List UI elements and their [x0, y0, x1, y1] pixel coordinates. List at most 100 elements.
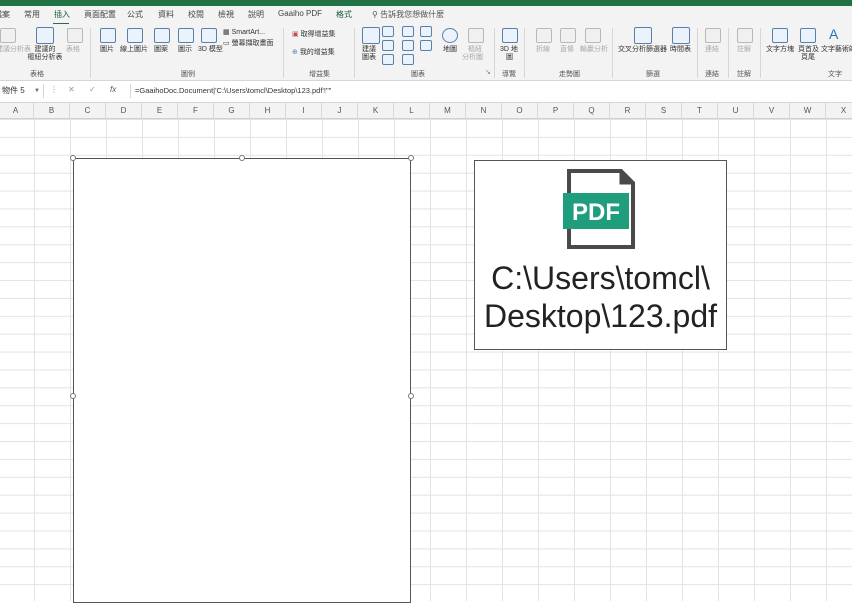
- table-icon[interactable]: [67, 28, 83, 43]
- column-header-c[interactable]: C: [70, 103, 106, 118]
- column-header-h[interactable]: H: [250, 103, 286, 118]
- smartart-button[interactable]: ▦ SmartArt...: [223, 29, 265, 37]
- tell-me-search[interactable]: ⚲ 告訴我您想做什麼: [372, 9, 444, 20]
- sparkline-winloss-icon[interactable]: [585, 28, 601, 43]
- link-icon[interactable]: [705, 28, 721, 43]
- pivot-table-label: 建議分析表: [0, 46, 31, 53]
- comment-icon[interactable]: [737, 28, 753, 43]
- waterfall-chart-icon[interactable]: [420, 40, 432, 51]
- screenshot-label: 螢幕擷取畫面: [231, 40, 274, 47]
- selected-embedded-object[interactable]: [73, 158, 411, 603]
- recommended-charts-icon[interactable]: [362, 27, 380, 44]
- column-header-s[interactable]: S: [646, 103, 682, 118]
- tab-page-layout[interactable]: 頁面配置: [84, 9, 116, 20]
- slicer-icon[interactable]: [634, 27, 652, 44]
- hierarchy-chart-icon[interactable]: [402, 26, 414, 37]
- resize-handle-top-right[interactable]: [408, 155, 414, 161]
- column-header-q[interactable]: Q: [574, 103, 610, 118]
- group-separator: [760, 28, 761, 78]
- icons-icon[interactable]: [178, 28, 194, 43]
- pivot-chart-icon[interactable]: [468, 28, 484, 43]
- line-chart-icon[interactable]: [382, 40, 394, 51]
- resize-handle-top[interactable]: [239, 155, 245, 161]
- tab-insert[interactable]: 插入: [54, 9, 70, 20]
- tab-view[interactable]: 檢視: [218, 9, 234, 20]
- resize-handle-left[interactable]: [70, 393, 76, 399]
- pdf-embedded-object[interactable]: PDF C:\Users\tomcl\ Desktop\123.pdf: [474, 160, 727, 350]
- enter-icon[interactable]: ✓: [89, 85, 96, 94]
- link-label: 連結: [705, 46, 719, 53]
- column-header-u[interactable]: U: [718, 103, 754, 118]
- pictures-icon[interactable]: [100, 28, 116, 43]
- pdf-file-icon: PDF: [563, 169, 635, 249]
- tab-formulas[interactable]: 公式: [127, 9, 143, 20]
- formula-input[interactable]: =GaaihoDoc.Document|'C:\Users\tomcl\Desk…: [130, 84, 852, 98]
- chevron-down-icon[interactable]: ▼: [34, 84, 40, 98]
- sparkline-column-icon[interactable]: [560, 28, 576, 43]
- column-header-e[interactable]: E: [142, 103, 178, 118]
- column-header-g[interactable]: G: [214, 103, 250, 118]
- column-header-j[interactable]: J: [322, 103, 358, 118]
- column-header-n[interactable]: N: [466, 103, 502, 118]
- column-header-p[interactable]: P: [538, 103, 574, 118]
- tab-format[interactable]: 格式: [336, 9, 352, 20]
- column-header-a[interactable]: A: [0, 103, 34, 118]
- shapes-icon[interactable]: [154, 28, 170, 43]
- column-header-w[interactable]: W: [790, 103, 826, 118]
- sparkline-line-icon[interactable]: [536, 28, 552, 43]
- column-header-o[interactable]: O: [502, 103, 538, 118]
- my-addins-button[interactable]: ⊕ 我的增益集: [292, 49, 335, 57]
- pivot-chart-label-2: 分析圖: [462, 54, 483, 61]
- column-header-t[interactable]: T: [682, 103, 718, 118]
- 3d-map-icon[interactable]: [502, 28, 518, 43]
- pivot-table-icon[interactable]: [0, 28, 16, 43]
- column-header-k[interactable]: K: [358, 103, 394, 118]
- get-addins-button[interactable]: ▣ 取得增益集: [292, 31, 336, 39]
- column-header-v[interactable]: V: [754, 103, 790, 118]
- tab-help[interactable]: 說明: [248, 9, 264, 20]
- ribbon: 建議分析表 建議的 樞紐分析表 表格 表格 圖片 線上圖片 圖案 圖示 3D 模…: [0, 24, 852, 81]
- column-header-f[interactable]: F: [178, 103, 214, 118]
- bar-chart-icon[interactable]: [402, 40, 414, 51]
- recommended-charts-label-1: 建議: [362, 46, 376, 53]
- resize-handle-top-left[interactable]: [70, 155, 76, 161]
- column-chart-icon[interactable]: [382, 26, 394, 37]
- name-box-value: 物件 5: [2, 86, 25, 95]
- charts-dialog-launcher-icon[interactable]: ↘: [485, 69, 491, 77]
- column-header-i[interactable]: I: [286, 103, 322, 118]
- name-box[interactable]: 物件 5 ▼: [0, 84, 44, 98]
- recommended-pivot-icon[interactable]: [36, 27, 54, 44]
- wordart-icon[interactable]: A: [829, 26, 838, 42]
- textbox-icon[interactable]: [772, 28, 788, 43]
- tab-file[interactable]: 檔案: [0, 9, 10, 20]
- tell-me-label: 告訴我您想做什麼: [380, 10, 445, 19]
- timeline-icon[interactable]: [672, 27, 690, 44]
- column-header-b[interactable]: B: [34, 103, 70, 118]
- pie-chart-icon[interactable]: [382, 54, 394, 65]
- column-header-l[interactable]: L: [394, 103, 430, 118]
- maps-icon[interactable]: [442, 28, 458, 43]
- sparkline-line-label: 折線: [536, 46, 550, 53]
- column-header-r[interactable]: R: [610, 103, 646, 118]
- column-header-d[interactable]: D: [106, 103, 142, 118]
- column-header-x[interactable]: X: [826, 103, 852, 118]
- my-addins-label: 我的增益集: [299, 49, 335, 56]
- header-footer-label-1: 頁首及: [798, 46, 819, 53]
- online-pictures-icon[interactable]: [127, 28, 143, 43]
- smartart-icon: ▦: [223, 29, 232, 36]
- group-label-filters: 篩選: [646, 71, 660, 78]
- tab-review[interactable]: 校閱: [188, 9, 204, 20]
- screenshot-button[interactable]: ▭ 螢幕擷取畫面: [223, 40, 274, 48]
- header-footer-icon[interactable]: [800, 28, 816, 43]
- tab-home[interactable]: 常用: [24, 9, 40, 20]
- scatter-chart-icon[interactable]: [402, 54, 414, 65]
- statistic-chart-icon[interactable]: [420, 26, 432, 37]
- group-label-comments: 註解: [737, 71, 751, 78]
- tab-gaaiho-pdf[interactable]: Gaaiho PDF: [278, 9, 322, 18]
- cancel-icon[interactable]: ✕: [68, 85, 75, 94]
- column-header-m[interactable]: M: [430, 103, 466, 118]
- tab-data[interactable]: 資料: [158, 9, 174, 20]
- insert-function-icon[interactable]: fx: [110, 85, 116, 94]
- resize-handle-right[interactable]: [408, 393, 414, 399]
- 3d-models-icon[interactable]: [201, 28, 217, 43]
